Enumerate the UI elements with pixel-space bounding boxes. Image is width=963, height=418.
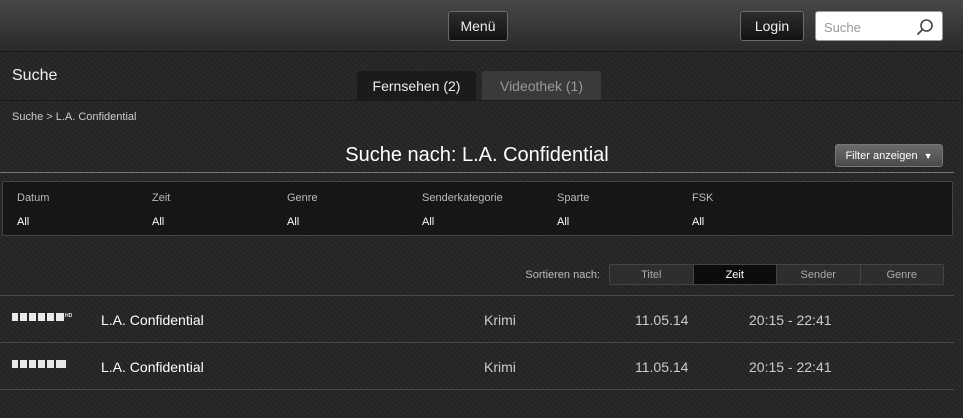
sort-genre-button[interactable]: Genre bbox=[861, 265, 944, 284]
page-title: Suche bbox=[12, 67, 58, 84]
search-icon[interactable] bbox=[916, 18, 934, 36]
sort-sender-button[interactable]: Sender bbox=[777, 265, 861, 284]
triangle-down-icon: ▼ bbox=[923, 150, 933, 161]
row-divider bbox=[0, 389, 954, 390]
result-date: 11.05.14 bbox=[635, 359, 689, 375]
search-input[interactable] bbox=[824, 18, 916, 36]
svg-text:HD: HD bbox=[65, 313, 73, 319]
filter-label: Zeit bbox=[152, 192, 171, 204]
result-row[interactable]: HD L.A. Confidential Krimi 11.05.14 20:1… bbox=[0, 296, 954, 342]
filter-label: Sparte bbox=[557, 192, 590, 204]
tab-fernsehen[interactable]: Fernsehen (2) bbox=[357, 71, 476, 101]
login-button[interactable]: Login bbox=[740, 11, 804, 41]
filter-value[interactable]: All bbox=[557, 216, 569, 228]
filter-label: Genre bbox=[287, 192, 318, 204]
header-divider bbox=[0, 100, 963, 101]
top-bar: Menü Login bbox=[0, 0, 963, 52]
result-time: 20:15 - 22:41 bbox=[749, 312, 832, 328]
filter-label: Senderkategorie bbox=[422, 192, 503, 204]
result-time: 20:15 - 22:41 bbox=[749, 359, 832, 375]
result-date: 11.05.14 bbox=[635, 312, 689, 328]
filter-label: FSK bbox=[692, 192, 714, 204]
result-genre: Krimi bbox=[484, 312, 516, 328]
zmaxx-hd-channel-logo: HD bbox=[12, 313, 73, 321]
heading-divider bbox=[0, 172, 954, 173]
menu-button[interactable]: Menü bbox=[448, 11, 508, 41]
search-box[interactable] bbox=[815, 11, 943, 41]
filter-toggle-button[interactable]: Filter anzeigen ▼ bbox=[835, 144, 943, 167]
filter-toggle-label: Filter anzeigen bbox=[845, 149, 918, 162]
result-genre: Krimi bbox=[484, 359, 516, 375]
zmaxx-channel-logo bbox=[12, 360, 66, 368]
filter-label: Datum bbox=[17, 192, 50, 204]
breadcrumb: Suche > L.A. Confidential bbox=[12, 111, 137, 123]
results-heading: Suche nach: L.A. Confidential bbox=[345, 144, 609, 166]
sort-label: Sortieren nach: bbox=[525, 269, 600, 281]
tab-videothek[interactable]: Videothek (1) bbox=[482, 71, 601, 101]
result-title[interactable]: L.A. Confidential bbox=[101, 359, 204, 375]
sort-options: Titel Zeit Sender Genre bbox=[609, 264, 944, 285]
filter-value[interactable]: All bbox=[692, 216, 704, 228]
filter-value[interactable]: All bbox=[422, 216, 434, 228]
sort-zeit-button[interactable]: Zeit bbox=[693, 265, 777, 284]
filter-value[interactable]: All bbox=[17, 216, 29, 228]
result-title[interactable]: L.A. Confidential bbox=[101, 312, 204, 328]
sort-titel-button[interactable]: Titel bbox=[610, 265, 694, 284]
filter-value[interactable]: All bbox=[152, 216, 164, 228]
filter-panel: Datum All Zeit All Genre All Senderkateg… bbox=[2, 181, 953, 236]
filter-value[interactable]: All bbox=[287, 216, 299, 228]
result-row[interactable]: L.A. Confidential Krimi 11.05.14 20:15 -… bbox=[0, 343, 954, 389]
